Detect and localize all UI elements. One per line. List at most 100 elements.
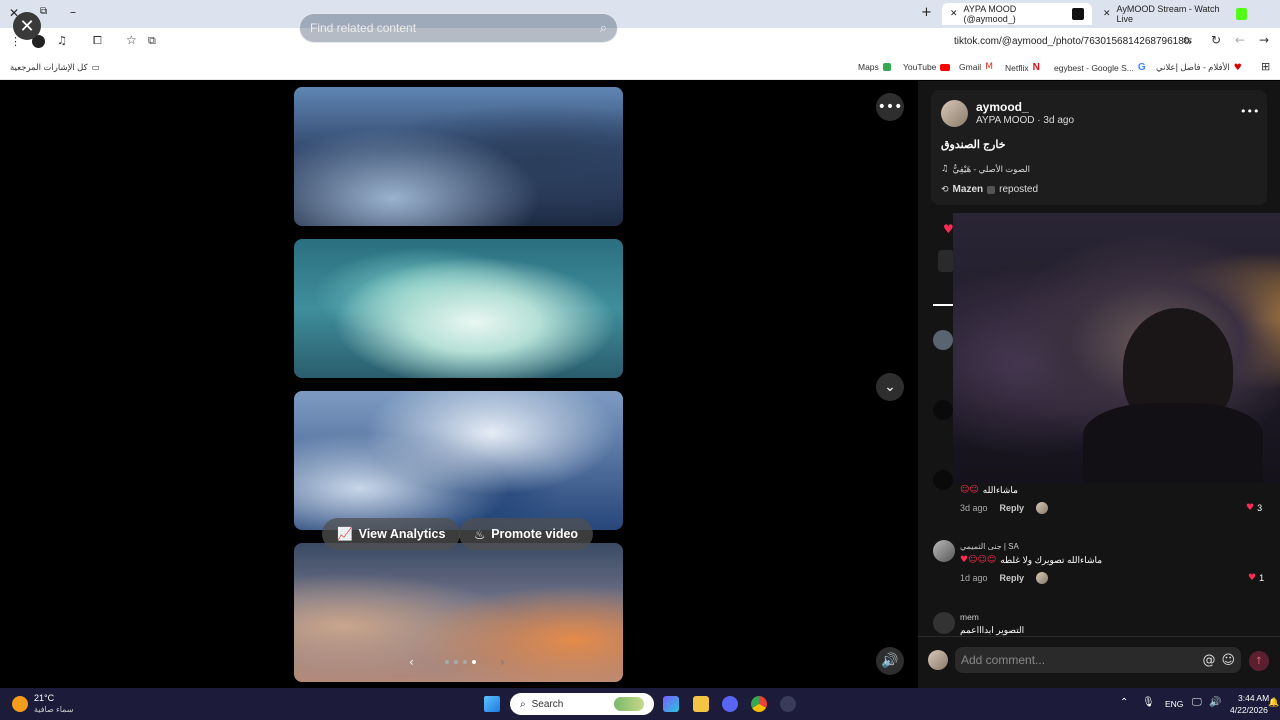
forward-icon[interactable]: ←: [1235, 33, 1245, 47]
reload-icon[interactable]: ↻: [1211, 33, 1221, 47]
photo-slide-2[interactable]: [294, 239, 623, 378]
bookmark-gmail[interactable]: Gmail M: [959, 62, 993, 72]
notification-bell-icon[interactable]: 🔔: [1268, 698, 1279, 708]
comment-input[interactable]: Add comment... @ ☺: [955, 647, 1241, 673]
browser-tab-bar: ✕ ⧉ – + ✕ AYPA MOOD (@aymood_) ✕ AyMOOD …: [0, 0, 1280, 28]
partial-chip[interactable]: [938, 250, 954, 272]
comment-avatar[interactable]: [933, 470, 953, 490]
bookmark-label: Netflix: [1005, 62, 1029, 73]
tiktok-icon: [1072, 8, 1084, 20]
post-sound[interactable]: ♫ الصوت الأصلي - هَيْفِيٌّ: [941, 164, 1030, 175]
bookmark-netflix[interactable]: Netflix N: [1005, 62, 1040, 73]
reposted-label: reposted: [999, 184, 1039, 195]
chevron-down-icon: ⌄: [884, 379, 896, 395]
analytics-icon: 📈: [337, 526, 353, 541]
reposter-name[interactable]: Mazen: [953, 184, 984, 195]
windows-start-icon[interactable]: [484, 696, 500, 712]
weather-icon[interactable]: [12, 696, 28, 712]
back-icon[interactable]: →: [1259, 33, 1269, 47]
address-bar[interactable]: tiktok.com/@aymood_/photo/76301568142687…: [954, 36, 1189, 47]
flame-icon: ♨: [474, 526, 486, 542]
emoji-picker-icon[interactable]: ☺: [1221, 653, 1235, 668]
bookmark-label: egybest - Google S...: [1054, 62, 1134, 73]
comment-avatar[interactable]: [933, 400, 953, 420]
bookmark-label: YouTube: [903, 62, 937, 72]
carousel-dot[interactable]: [454, 660, 458, 664]
comment-2-likes[interactable]: ♥ 1: [1248, 573, 1264, 583]
network-icon[interactable]: 🖵: [1192, 697, 1202, 708]
clock-date[interactable]: 4/22/2026: [1230, 705, 1268, 715]
comment-author[interactable]: mem: [960, 612, 979, 622]
app-icon[interactable]: [780, 696, 796, 712]
carousel-prev-icon[interactable]: ‹: [409, 655, 414, 669]
apps-grid-icon[interactable]: ⊞: [1261, 60, 1270, 73]
heart-icon: ♥: [1233, 62, 1242, 73]
comment-author[interactable]: جنى التميمي | SA: [960, 542, 1019, 551]
bookmark-label: Gmail: [959, 62, 982, 72]
repost-line: ⟲ Mazen reposted: [941, 184, 1038, 195]
file-explorer-icon[interactable]: [693, 696, 709, 712]
carousel-dot[interactable]: [463, 660, 467, 664]
like-count: 1: [1259, 573, 1265, 583]
microphone-icon[interactable]: 🎙: [1142, 697, 1155, 708]
plus-icon[interactable]: +: [921, 5, 932, 20]
bookmark-movies[interactable]: الأفلام - فاصل إعلاني ♥: [1156, 62, 1242, 73]
taskbar-search[interactable]: ⌕ Search: [510, 693, 654, 715]
search-icon[interactable]: ⌕: [600, 21, 607, 36]
reply-button[interactable]: Reply: [1000, 573, 1025, 583]
carousel-next-icon[interactable]: ›: [500, 655, 505, 669]
search-input[interactable]: Find related content: [310, 21, 416, 35]
copilot-icon[interactable]: [663, 696, 679, 712]
photo-slide-1[interactable]: [294, 87, 623, 226]
promote-video-label: Promote video: [491, 527, 579, 541]
comment-avatar[interactable]: [933, 540, 955, 562]
site-settings-icon[interactable]: ⇆: [1183, 34, 1192, 47]
volume-button[interactable]: 🔊: [876, 647, 904, 675]
install-app-icon[interactable]: ⧉: [148, 34, 156, 48]
comment-1-text-row: ☺☺ ماشاءالله: [960, 485, 1018, 496]
comment-time: 1d ago: [960, 573, 988, 583]
bookmark-label: الأفلام - فاصل إعلاني: [1156, 62, 1230, 72]
creator-liked-avatar: [1036, 502, 1049, 514]
post-comment-button[interactable]: ↑: [1249, 651, 1269, 671]
mention-icon[interactable]: @: [1202, 653, 1215, 668]
bookmark-star-icon[interactable]: ☆: [126, 33, 137, 47]
close-tab-icon[interactable]: ✕: [950, 9, 958, 19]
post-more-icon[interactable]: •••: [1240, 105, 1259, 118]
view-analytics-button[interactable]: 📈 View Analytics: [322, 518, 461, 550]
chevron-up-icon[interactable]: ⌃: [1120, 697, 1128, 708]
reposter-avatar: [987, 185, 996, 194]
author-username[interactable]: aymood_: [976, 100, 1029, 114]
heart-icon: ♥: [1248, 573, 1257, 583]
carousel-dot-active[interactable]: [472, 660, 476, 664]
comment-1-likes[interactable]: ♥ 3: [1246, 503, 1262, 513]
find-related-search[interactable]: Find related content ⌕: [299, 13, 618, 43]
bookmark-egybest[interactable]: egybest - Google S... G: [1054, 62, 1146, 73]
media-controls-icon[interactable]: ♫: [57, 34, 67, 47]
photo-slide-3[interactable]: [294, 391, 623, 530]
all-bookmarks-button[interactable]: كل الإشارات المرجعية ▭: [10, 62, 100, 73]
language-indicator[interactable]: ENG: [1165, 699, 1183, 709]
extensions-icon[interactable]: ⧠: [93, 34, 102, 48]
carousel-dot[interactable]: [445, 660, 449, 664]
comment-avatar[interactable]: [933, 612, 955, 634]
restore-window-icon[interactable]: ⧉: [40, 6, 47, 17]
speaker-icon[interactable]: 🔊: [1209, 697, 1221, 708]
more-options-button[interactable]: •••: [876, 93, 904, 121]
tab-aymood-stream[interactable]: ✕ AyMOOD Stream - Watch Live: [1095, 3, 1255, 25]
close-tab-icon[interactable]: ✕: [1103, 9, 1111, 19]
promote-video-button[interactable]: ♨ Promote video: [459, 518, 594, 550]
close-viewer-button[interactable]: ✕: [13, 12, 41, 40]
comment-avatar[interactable]: [933, 330, 953, 350]
bookmark-maps[interactable]: Maps: [858, 62, 891, 72]
minimize-window-icon[interactable]: –: [70, 5, 76, 19]
discord-icon[interactable]: [722, 696, 738, 712]
next-post-button[interactable]: ⌄: [876, 373, 904, 401]
chrome-icon[interactable]: [751, 696, 767, 712]
clock-time[interactable]: 3:44 AM: [1238, 693, 1269, 703]
reply-button[interactable]: Reply: [1000, 503, 1025, 513]
bookmark-youtube[interactable]: YouTube: [903, 62, 951, 72]
tab-aypa-mood[interactable]: ✕ AYPA MOOD (@aymood_): [942, 3, 1092, 25]
author-avatar[interactable]: [941, 100, 968, 127]
youtube-icon: [940, 63, 951, 71]
